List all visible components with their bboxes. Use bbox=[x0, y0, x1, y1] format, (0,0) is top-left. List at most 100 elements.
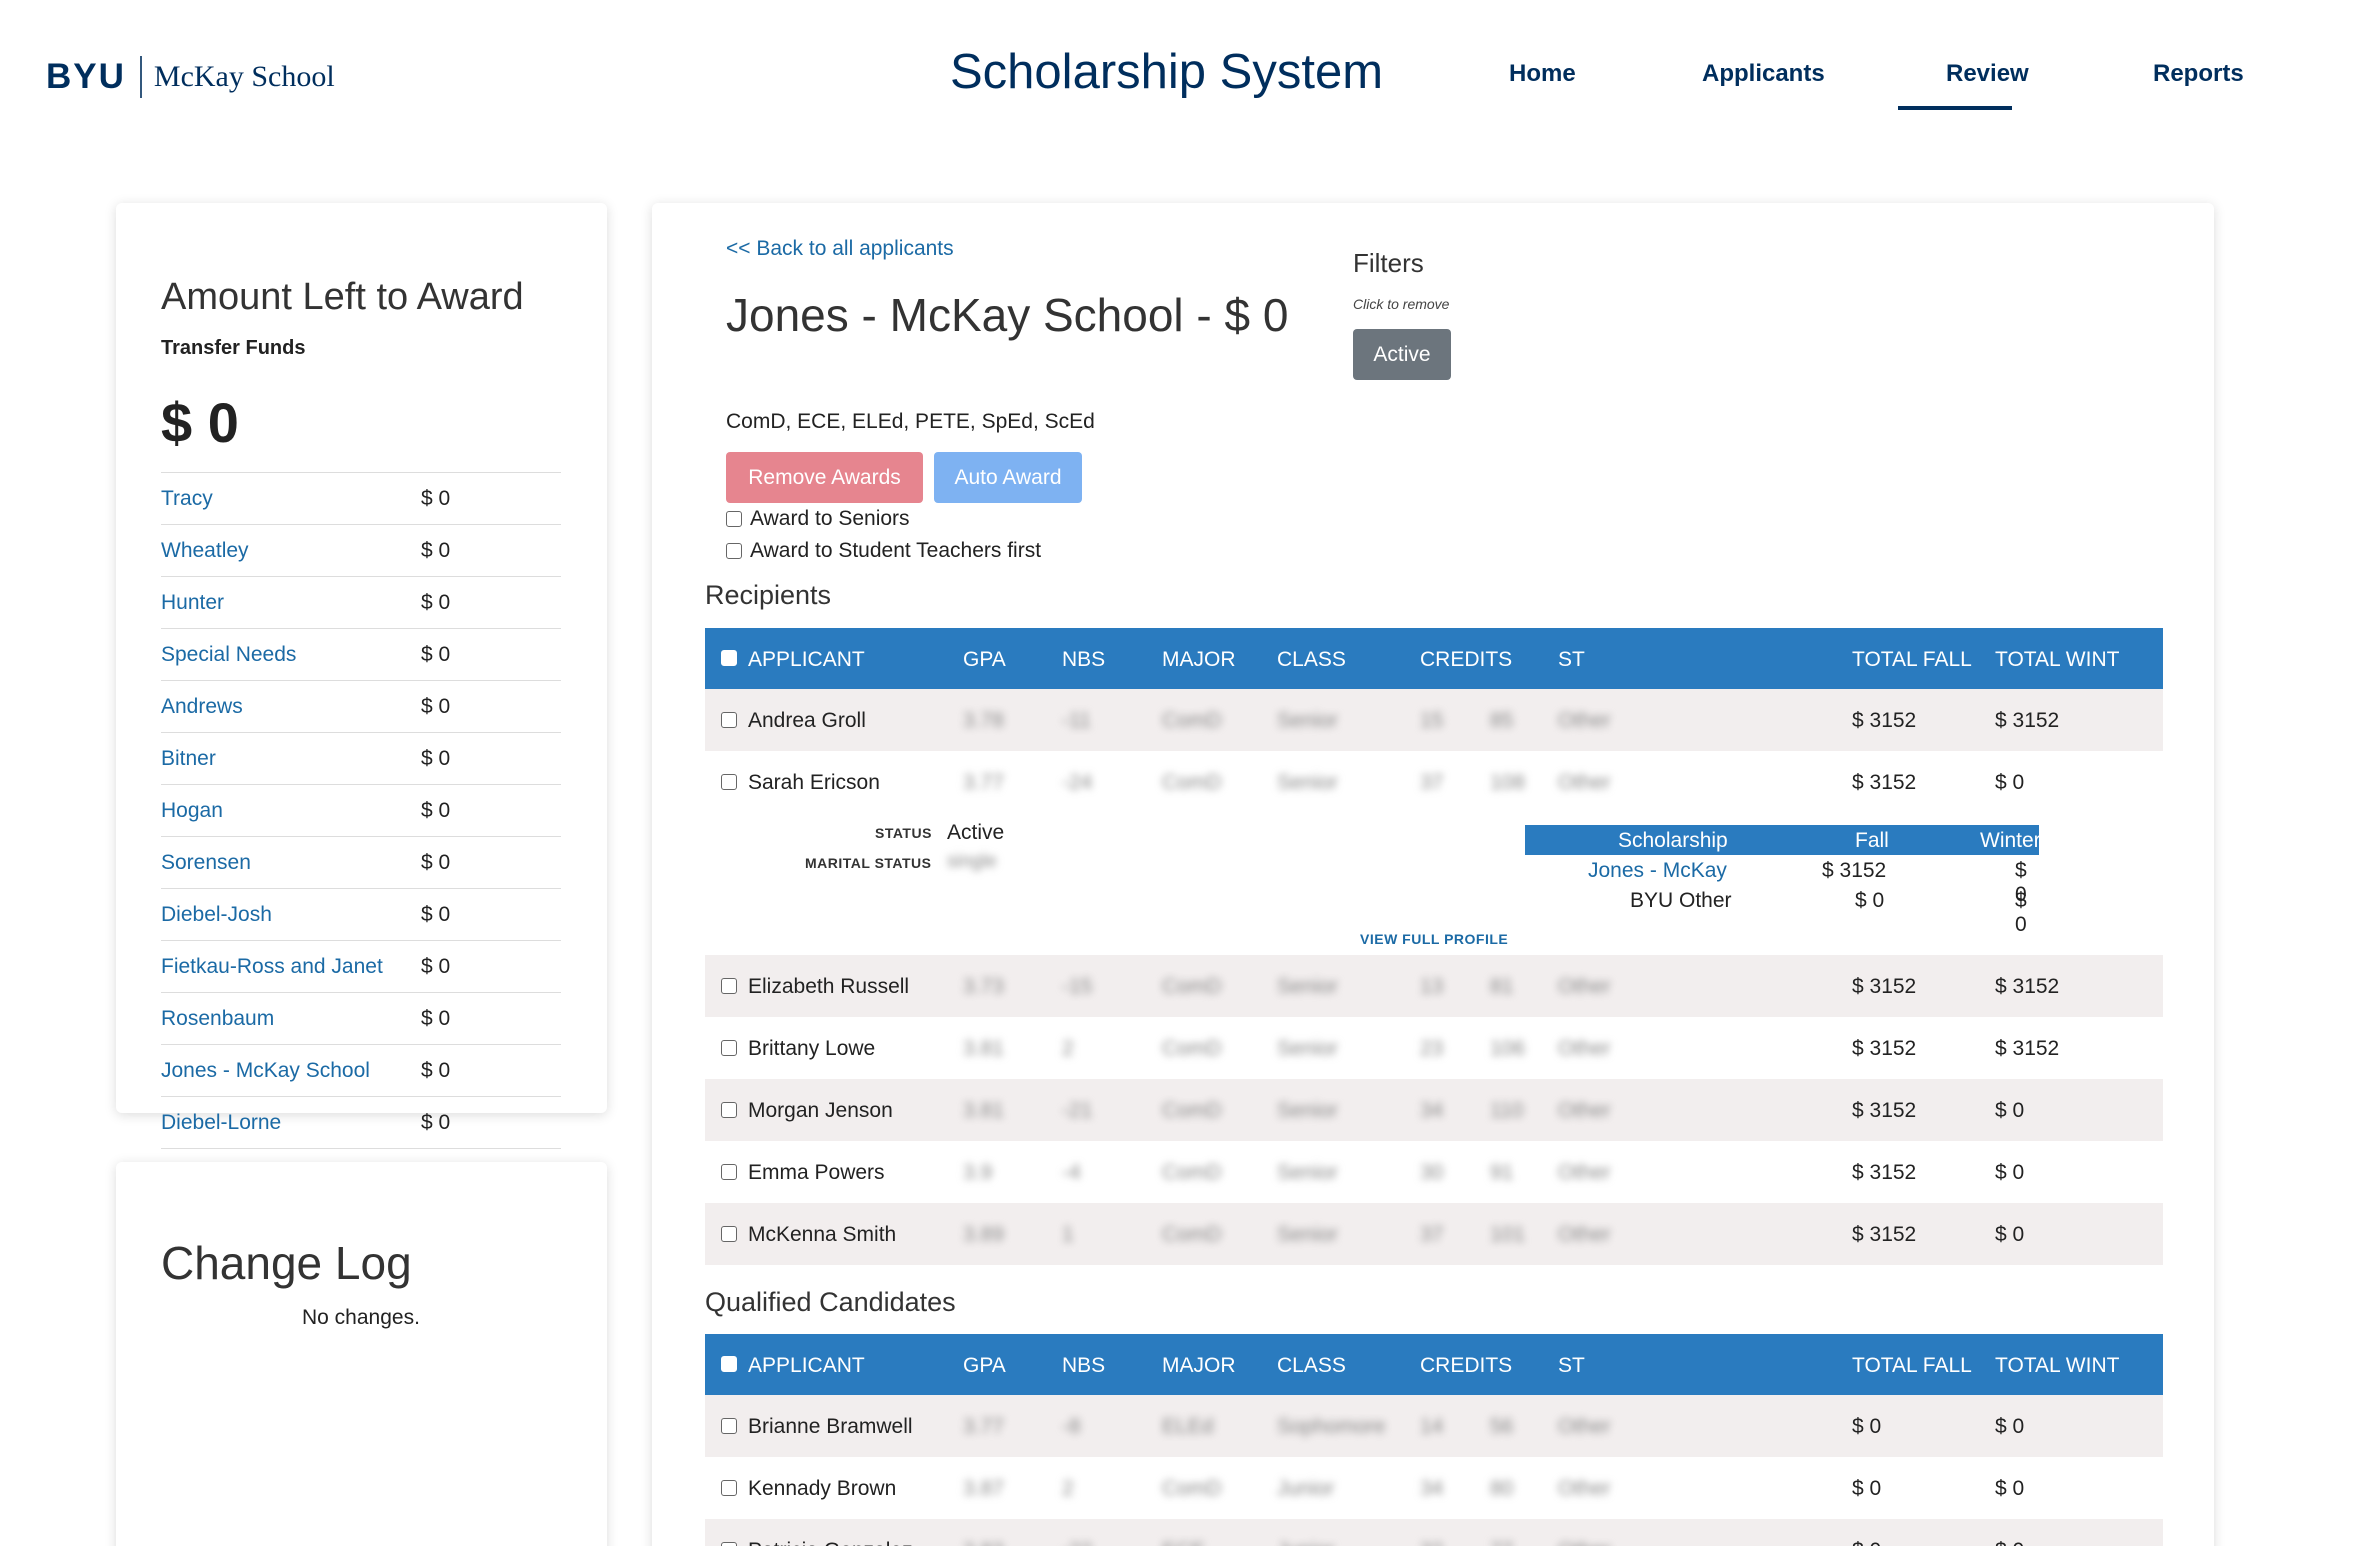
cell-total-winter: $ 3152 bbox=[1995, 1037, 2060, 1060]
breakdown-header-scholarship: Scholarship bbox=[1618, 829, 1728, 852]
nav-review[interactable]: Review bbox=[1946, 60, 2029, 88]
nav-home[interactable]: Home bbox=[1509, 60, 1576, 88]
fund-amount: $ 0 bbox=[421, 591, 451, 614]
back-to-applicants-link[interactable]: << Back to all applicants bbox=[726, 237, 954, 261]
fund-name-link[interactable]: Fietkau-Ross and Janet bbox=[161, 952, 421, 981]
row-checkbox[interactable] bbox=[721, 978, 737, 994]
select-all-checkbox[interactable] bbox=[721, 650, 737, 666]
fund-name-link[interactable]: Jones - McKay School bbox=[161, 1056, 421, 1085]
table-row[interactable]: Elizabeth Russell 3.73 -15 ComD Senior 13 81 Ot… bbox=[705, 955, 2163, 1017]
filters-heading: Filters bbox=[1353, 248, 1424, 278]
row-checkbox[interactable] bbox=[721, 1040, 737, 1056]
fund-row: Rosenbaum $ 0 bbox=[161, 992, 561, 1044]
row-checkbox[interactable] bbox=[721, 1542, 737, 1546]
cell-total-fall: $ 3152 bbox=[1852, 1099, 1917, 1122]
fund-name-link[interactable]: Andrews bbox=[161, 692, 421, 721]
row-checkbox[interactable] bbox=[721, 1480, 737, 1496]
remove-awards-button[interactable]: Remove Awards bbox=[726, 452, 923, 503]
table-row[interactable]: Sarah Ericson 3.77 -24 ComD Senior 37 108 Other… bbox=[705, 751, 2163, 813]
fund-name-link[interactable]: Tracy bbox=[161, 484, 421, 513]
cell-gpa: 3.77 bbox=[963, 771, 1004, 794]
column-header-st[interactable]: ST bbox=[1558, 1354, 1585, 1378]
nav-applicants[interactable]: Applicants bbox=[1702, 60, 1825, 88]
column-header-total-wint[interactable]: TOTAL WINT bbox=[1995, 648, 2119, 672]
recipients-table: APPLICANT GPA NBS MAJOR CLASS CREDITS ST TOTAL … bbox=[705, 628, 2163, 1265]
row-checkbox[interactable] bbox=[721, 1418, 737, 1434]
table-row[interactable]: Brianne Bramwell 3.77 -8 ELEd Sophomore 14 56 O… bbox=[705, 1395, 2163, 1457]
table-row[interactable]: Andrea Groll 3.78 -11 ComD Senior 15 85 Other $ … bbox=[705, 689, 2163, 751]
award-to-seniors-option[interactable]: Award to Seniors bbox=[726, 507, 910, 531]
row-checkbox[interactable] bbox=[721, 1102, 737, 1118]
column-header-st[interactable]: ST bbox=[1558, 648, 1585, 672]
auto-award-button[interactable]: Auto Award bbox=[934, 452, 1082, 503]
column-header-gpa[interactable]: GPA bbox=[963, 648, 1006, 672]
row-checkbox[interactable] bbox=[721, 1164, 737, 1180]
award-to-seniors-checkbox[interactable] bbox=[726, 511, 742, 527]
cell-gpa: 3.83 bbox=[963, 1539, 1004, 1546]
cell-major: ComD bbox=[1162, 1099, 1222, 1122]
table-row[interactable]: Emma Powers 3.9 -4 ComD Senior 30 91 Other $ 315… bbox=[705, 1141, 2163, 1203]
cell-st: Other bbox=[1558, 709, 1611, 732]
row-checkbox[interactable] bbox=[721, 774, 737, 790]
view-full-profile-link[interactable]: VIEW FULL PROFILE bbox=[1360, 931, 1508, 947]
column-header-applicant[interactable]: APPLICANT bbox=[748, 1354, 865, 1378]
applicant-name: Patricia Gonzalez bbox=[748, 1539, 913, 1546]
cell-total-fall: $ 3152 bbox=[1852, 1161, 1917, 1184]
cell-major: ComD bbox=[1162, 975, 1222, 998]
column-header-credits[interactable]: CREDITS bbox=[1420, 1354, 1512, 1378]
fund-name-link[interactable]: Bitner bbox=[161, 744, 421, 773]
breakdown-scholarship-link[interactable]: Jones - McKay bbox=[1588, 859, 1727, 883]
column-header-total-fall[interactable]: TOTAL FALL bbox=[1852, 648, 1972, 672]
cell-total-winter: $ 0 bbox=[1995, 1161, 2025, 1184]
table-row[interactable]: McKenna Smith 3.89 1 ComD Senior 37 101 Other $ … bbox=[705, 1203, 2163, 1265]
award-to-teachers-label: Award to Student Teachers first bbox=[750, 539, 1042, 562]
column-header-major[interactable]: MAJOR bbox=[1162, 1354, 1236, 1378]
row-checkbox[interactable] bbox=[721, 1226, 737, 1242]
fund-list: Tracy $ 0 Wheatley $ 0 Hunter $ 0 Special Need… bbox=[161, 472, 561, 1149]
award-to-teachers-option[interactable]: Award to Student Teachers first bbox=[726, 539, 1041, 563]
column-header-applicant[interactable]: APPLICANT bbox=[748, 648, 865, 672]
fund-name-link[interactable]: Hogan bbox=[161, 796, 421, 825]
column-header-gpa[interactable]: GPA bbox=[963, 1354, 1006, 1378]
cell-nbs: -11 bbox=[1062, 709, 1091, 732]
brand-logo[interactable]: BYU McKay School bbox=[46, 56, 335, 98]
cell-credits2: 101 bbox=[1490, 1223, 1526, 1246]
fund-name-link[interactable]: Special Needs bbox=[161, 640, 421, 669]
nav-reports[interactable]: Reports bbox=[2153, 60, 2244, 88]
fund-name-link[interactable]: Diebel-Josh bbox=[161, 900, 421, 929]
table-row[interactable]: Brittany Lowe 3.81 2 ComD Senior 23 106 Other $ … bbox=[705, 1017, 2163, 1079]
column-header-total-fall[interactable]: TOTAL FALL bbox=[1852, 1354, 1972, 1378]
fund-name-link[interactable]: Rosenbaum bbox=[161, 1004, 421, 1033]
applicant-name: Morgan Jenson bbox=[748, 1099, 893, 1122]
table-row[interactable]: Morgan Jenson 3.81 -21 ComD Senior 34 110 Other… bbox=[705, 1079, 2163, 1141]
table-row[interactable]: Kennady Brown 3.87 2 ComD Junior 34 80 Other $ 0… bbox=[705, 1457, 2163, 1519]
cell-credits2: 77 bbox=[1490, 1539, 1513, 1546]
status-label: STATUS bbox=[875, 825, 932, 841]
column-header-class[interactable]: CLASS bbox=[1277, 1354, 1346, 1378]
fund-amount: $ 0 bbox=[421, 695, 451, 718]
select-all-checkbox[interactable] bbox=[721, 1356, 737, 1372]
column-header-credits[interactable]: CREDITS bbox=[1420, 648, 1512, 672]
fund-amount: $ 0 bbox=[421, 1007, 451, 1030]
fund-name-link[interactable]: Diebel-Lorne bbox=[161, 1108, 421, 1137]
table-header: APPLICANT GPA NBS MAJOR CLASS CREDITS ST TOTAL … bbox=[705, 628, 2163, 689]
cell-st: Other bbox=[1558, 1099, 1611, 1122]
cell-total-winter: $ 0 bbox=[1995, 1223, 2025, 1246]
filter-chip-active[interactable]: Active bbox=[1353, 329, 1451, 380]
fund-majors: ComD, ECE, ELEd, PETE, SpEd, ScEd bbox=[726, 410, 1095, 433]
table-header: APPLICANT GPA NBS MAJOR CLASS CREDITS ST TOTAL … bbox=[705, 1334, 2163, 1395]
cell-class: Senior bbox=[1277, 771, 1338, 794]
column-header-major[interactable]: MAJOR bbox=[1162, 648, 1236, 672]
fund-name-link[interactable]: Wheatley bbox=[161, 536, 421, 565]
row-checkbox[interactable] bbox=[721, 712, 737, 728]
table-row[interactable]: Patricia Gonzalez 3.83 -22 ECE Junior 32 77 Oth… bbox=[705, 1519, 2163, 1546]
column-header-nbs[interactable]: NBS bbox=[1062, 648, 1105, 672]
column-header-total-wint[interactable]: TOTAL WINT bbox=[1995, 1354, 2119, 1378]
column-header-nbs[interactable]: NBS bbox=[1062, 1354, 1105, 1378]
award-to-teachers-checkbox[interactable] bbox=[726, 543, 742, 559]
fund-name-link[interactable]: Hunter bbox=[161, 588, 421, 617]
column-header-class[interactable]: CLASS bbox=[1277, 648, 1346, 672]
fund-name-link[interactable]: Sorensen bbox=[161, 848, 421, 877]
applicant-name: Elizabeth Russell bbox=[748, 975, 910, 998]
cell-total-fall: $ 0 bbox=[1852, 1477, 1882, 1500]
